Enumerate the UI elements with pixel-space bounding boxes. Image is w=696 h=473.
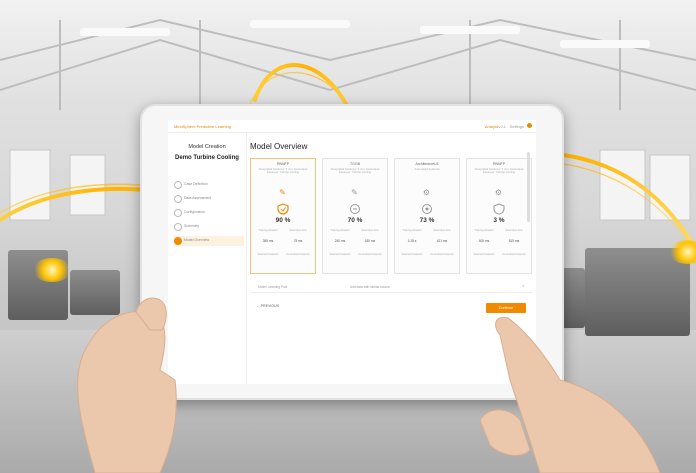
hands xyxy=(77,297,661,473)
